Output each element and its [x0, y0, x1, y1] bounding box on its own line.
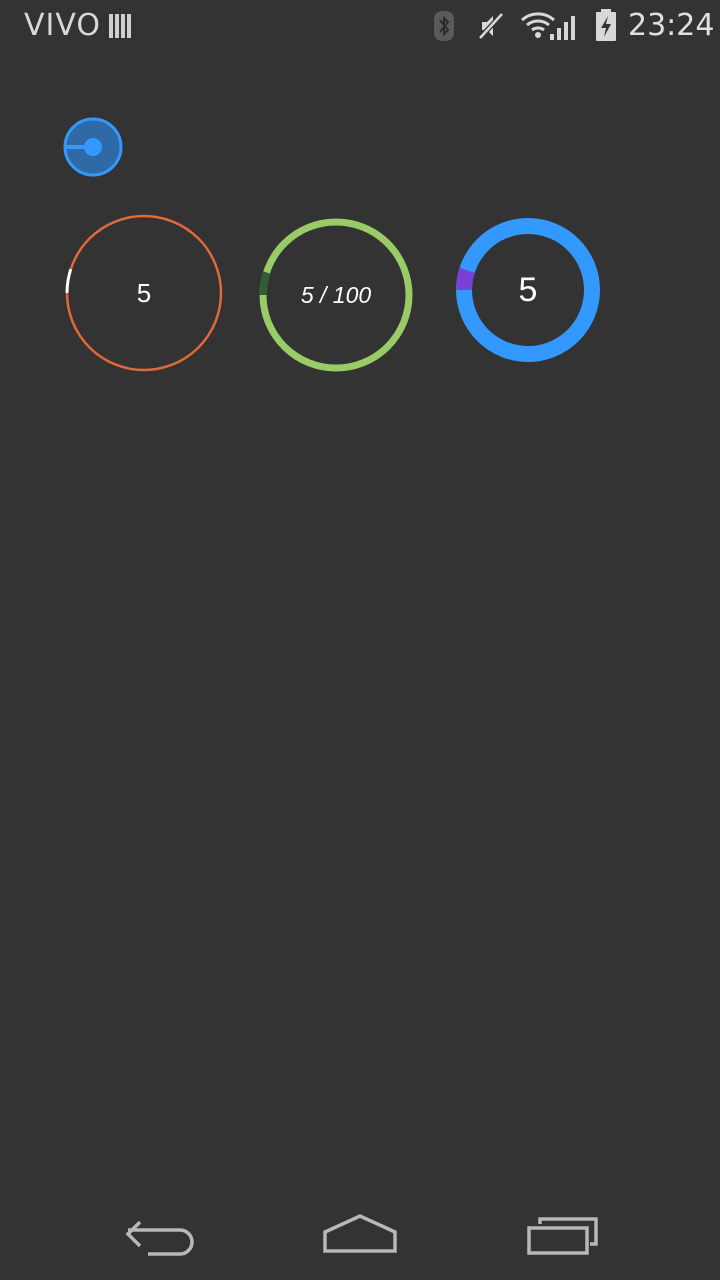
mute-icon [478, 12, 504, 40]
carrier-name: VIVO [24, 8, 101, 43]
progress-ring-label: 5 [136, 277, 152, 308]
circular-seekbar-knob[interactable] [62, 116, 124, 178]
status-clock: 23:24 [628, 8, 715, 43]
progress-ring-label: 5 / 100 [300, 281, 372, 308]
progress-ring-label: 5 [518, 270, 538, 309]
progress-ring-thick: 5 [454, 216, 602, 364]
progress-ring-thin: 5 [64, 214, 224, 372]
navigation-bar [0, 1196, 720, 1280]
status-bar: VIVO 23:24 [0, 0, 720, 50]
bluetooth-icon [434, 11, 454, 41]
cell-signal-icon [550, 16, 575, 40]
screen: VIVO 23:24 5 5 / 100 5 [0, 0, 720, 1280]
battery-charging-icon [596, 9, 616, 41]
signal-bars-icon [109, 14, 131, 38]
home-icon[interactable] [322, 1212, 398, 1254]
recent-apps-icon[interactable] [526, 1216, 600, 1256]
progress-ring-medium: 5 / 100 [258, 217, 414, 373]
back-icon[interactable] [124, 1214, 196, 1258]
